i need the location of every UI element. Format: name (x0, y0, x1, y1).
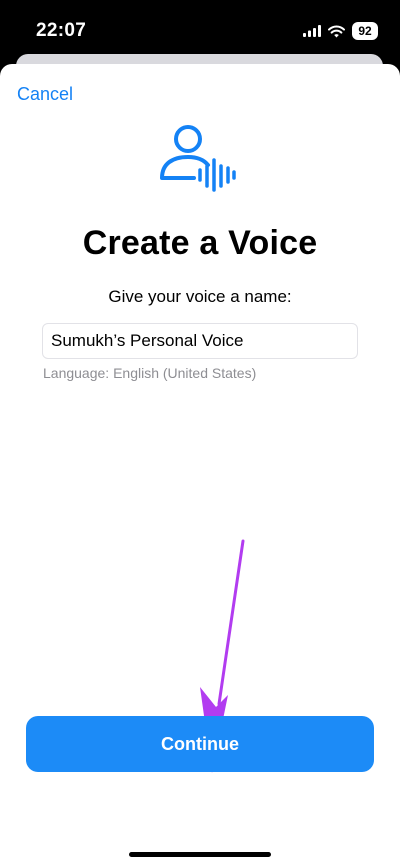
person-voice-waveform-icon (160, 125, 236, 192)
voice-name-input[interactable] (42, 323, 358, 359)
cancel-button[interactable]: Cancel (17, 84, 73, 105)
page-title: Create a Voice (82, 224, 318, 262)
continue-button[interactable]: Continue (26, 716, 374, 772)
cellular-signal-icon (303, 25, 321, 37)
status-icons: 92 (303, 22, 378, 40)
screen: 22:07 92 Cancel Create a Voice Give your… (0, 0, 400, 866)
create-voice-sheet: Cancel Create a Voice Give your voice a … (0, 64, 400, 866)
wifi-icon (328, 25, 345, 37)
language-label: Language: English (United States) (43, 365, 257, 381)
home-indicator[interactable] (129, 852, 271, 857)
battery-icon: 92 (352, 22, 378, 40)
status-bar: 22:07 92 (0, 0, 400, 52)
status-time: 22:07 (36, 20, 87, 41)
name-prompt: Give your voice a name: (108, 287, 292, 306)
